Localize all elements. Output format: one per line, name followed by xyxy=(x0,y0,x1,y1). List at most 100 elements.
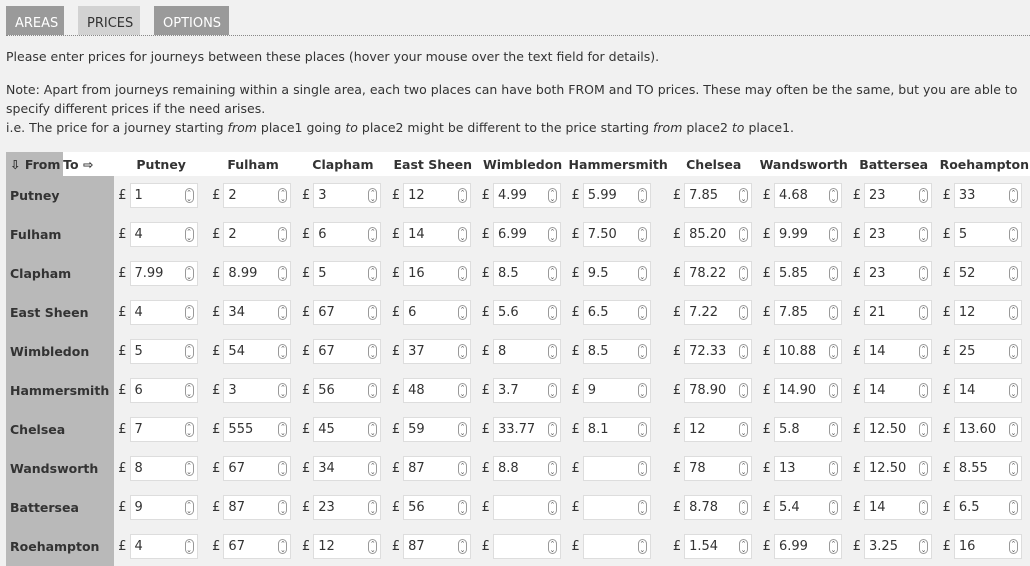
spinner-down-icon[interactable]: ⌄ xyxy=(549,507,556,514)
spinner-down-icon[interactable]: ⌄ xyxy=(279,429,286,436)
spinner-icon[interactable]: ⌃ ⌄ xyxy=(278,461,288,476)
spinner-down-icon[interactable]: ⌄ xyxy=(830,507,837,514)
spinner-icon[interactable]: ⌃ ⌄ xyxy=(458,383,468,398)
price-input[interactable]: 87 ⌃ ⌄ xyxy=(403,534,472,559)
spinner-down-icon[interactable]: ⌄ xyxy=(459,429,466,436)
spinner-icon[interactable]: ⌃ ⌄ xyxy=(368,383,378,398)
spinner-down-icon[interactable]: ⌄ xyxy=(639,429,646,436)
spinner-down-icon[interactable]: ⌄ xyxy=(1010,312,1017,319)
spinner-icon[interactable]: ⌃ ⌄ xyxy=(1008,500,1018,515)
spinner-down-icon[interactable]: ⌄ xyxy=(369,312,376,319)
price-input[interactable]: 2 ⌃ ⌄ xyxy=(223,222,292,247)
spinner-down-icon[interactable]: ⌄ xyxy=(830,468,837,475)
price-input[interactable]: 7.50 ⌃ ⌄ xyxy=(582,222,651,247)
spinner-icon[interactable]: ⌃ ⌄ xyxy=(919,227,929,242)
spinner-icon[interactable]: ⌃ ⌄ xyxy=(368,461,378,476)
spinner-icon[interactable]: ⌃ ⌄ xyxy=(547,383,557,398)
price-input[interactable]: ⌃ ⌄ xyxy=(492,534,561,559)
price-input[interactable]: 6.99 ⌃ ⌄ xyxy=(773,534,842,559)
spinner-icon[interactable]: ⌃ ⌄ xyxy=(739,539,749,554)
spinner-down-icon[interactable]: ⌄ xyxy=(459,390,466,397)
spinner-icon[interactable]: ⌃ ⌄ xyxy=(278,422,288,437)
spinner-icon[interactable]: ⌃ ⌄ xyxy=(637,461,647,476)
spinner-down-icon[interactable]: ⌄ xyxy=(830,273,837,280)
spinner-down-icon[interactable]: ⌄ xyxy=(1010,468,1017,475)
spinner-down-icon[interactable]: ⌄ xyxy=(279,312,286,319)
spinner-icon[interactable]: ⌃ ⌄ xyxy=(184,305,194,320)
price-input[interactable]: 67 ⌃ ⌄ xyxy=(313,339,382,364)
price-input[interactable]: 5.8 ⌃ ⌄ xyxy=(773,417,842,442)
price-input[interactable]: 8.5 ⌃ ⌄ xyxy=(492,261,561,286)
price-input[interactable]: 4 ⌃ ⌄ xyxy=(129,222,198,247)
spinner-down-icon[interactable]: ⌄ xyxy=(639,507,646,514)
spinner-icon[interactable]: ⌃ ⌄ xyxy=(739,305,749,320)
spinner-icon[interactable]: ⌃ ⌄ xyxy=(458,344,468,359)
price-input[interactable]: 12.50 ⌃ ⌄ xyxy=(864,456,933,481)
spinner-down-icon[interactable]: ⌄ xyxy=(1010,390,1017,397)
price-input[interactable]: 9.5 ⌃ ⌄ xyxy=(582,261,651,286)
spinner-down-icon[interactable]: ⌄ xyxy=(639,546,646,553)
spinner-icon[interactable]: ⌃ ⌄ xyxy=(458,461,468,476)
spinner-icon[interactable]: ⌃ ⌄ xyxy=(739,500,749,515)
spinner-down-icon[interactable]: ⌄ xyxy=(279,390,286,397)
spinner-icon[interactable]: ⌃ ⌄ xyxy=(739,227,749,242)
price-input[interactable]: 34 ⌃ ⌄ xyxy=(223,300,292,325)
price-input[interactable]: 4 ⌃ ⌄ xyxy=(129,300,198,325)
spinner-down-icon[interactable]: ⌄ xyxy=(920,546,927,553)
spinner-down-icon[interactable]: ⌄ xyxy=(279,507,286,514)
price-input[interactable]: 67 ⌃ ⌄ xyxy=(223,534,292,559)
spinner-icon[interactable]: ⌃ ⌄ xyxy=(368,227,378,242)
spinner-icon[interactable]: ⌃ ⌄ xyxy=(828,461,838,476)
spinner-icon[interactable]: ⌃ ⌄ xyxy=(458,539,468,554)
spinner-icon[interactable]: ⌃ ⌄ xyxy=(637,227,647,242)
spinner-down-icon[interactable]: ⌄ xyxy=(1010,546,1017,553)
spinner-icon[interactable]: ⌃ ⌄ xyxy=(637,422,647,437)
spinner-down-icon[interactable]: ⌄ xyxy=(740,273,747,280)
spinner-icon[interactable]: ⌃ ⌄ xyxy=(278,266,288,281)
price-input[interactable]: 56 ⌃ ⌄ xyxy=(313,378,382,403)
spinner-icon[interactable]: ⌃ ⌄ xyxy=(739,422,749,437)
spinner-down-icon[interactable]: ⌄ xyxy=(549,468,556,475)
spinner-icon[interactable]: ⌃ ⌄ xyxy=(919,305,929,320)
price-input[interactable]: 8.99 ⌃ ⌄ xyxy=(223,261,292,286)
spinner-icon[interactable]: ⌃ ⌄ xyxy=(1008,422,1018,437)
price-input[interactable]: 6.99 ⌃ ⌄ xyxy=(492,222,561,247)
price-input[interactable]: 12 ⌃ ⌄ xyxy=(953,300,1022,325)
spinner-icon[interactable]: ⌃ ⌄ xyxy=(1008,227,1018,242)
spinner-icon[interactable]: ⌃ ⌄ xyxy=(828,539,838,554)
spinner-down-icon[interactable]: ⌄ xyxy=(279,468,286,475)
spinner-down-icon[interactable]: ⌄ xyxy=(639,195,646,202)
spinner-down-icon[interactable]: ⌄ xyxy=(279,273,286,280)
price-input[interactable]: 85.20 ⌃ ⌄ xyxy=(684,222,753,247)
spinner-icon[interactable]: ⌃ ⌄ xyxy=(278,188,288,203)
tab-areas[interactable]: AREAS xyxy=(6,6,64,35)
spinner-icon[interactable]: ⌃ ⌄ xyxy=(919,266,929,281)
spinner-down-icon[interactable]: ⌄ xyxy=(1010,195,1017,202)
price-input[interactable]: 4.68 ⌃ ⌄ xyxy=(773,183,842,208)
spinner-icon[interactable]: ⌃ ⌄ xyxy=(547,305,557,320)
spinner-down-icon[interactable]: ⌄ xyxy=(279,546,286,553)
spinner-down-icon[interactable]: ⌄ xyxy=(549,390,556,397)
price-input[interactable]: 9 ⌃ ⌄ xyxy=(582,378,651,403)
spinner-icon[interactable]: ⌃ ⌄ xyxy=(368,188,378,203)
price-input[interactable]: 8.78 ⌃ ⌄ xyxy=(684,495,753,520)
spinner-down-icon[interactable]: ⌄ xyxy=(549,234,556,241)
price-input[interactable]: 14 ⌃ ⌄ xyxy=(403,222,472,247)
spinner-icon[interactable]: ⌃ ⌄ xyxy=(919,344,929,359)
spinner-down-icon[interactable]: ⌄ xyxy=(186,195,193,202)
spinner-down-icon[interactable]: ⌄ xyxy=(639,468,646,475)
spinner-down-icon[interactable]: ⌄ xyxy=(920,234,927,241)
price-input[interactable]: 8.1 ⌃ ⌄ xyxy=(582,417,651,442)
price-input[interactable]: 3.7 ⌃ ⌄ xyxy=(492,378,561,403)
price-input[interactable]: 2 ⌃ ⌄ xyxy=(223,183,292,208)
spinner-down-icon[interactable]: ⌄ xyxy=(459,546,466,553)
spinner-icon[interactable]: ⌃ ⌄ xyxy=(739,383,749,398)
spinner-icon[interactable]: ⌃ ⌄ xyxy=(637,383,647,398)
price-input[interactable]: 45 ⌃ ⌄ xyxy=(313,417,382,442)
spinner-icon[interactable]: ⌃ ⌄ xyxy=(828,422,838,437)
price-input[interactable]: 34 ⌃ ⌄ xyxy=(313,456,382,481)
spinner-icon[interactable]: ⌃ ⌄ xyxy=(637,539,647,554)
spinner-down-icon[interactable]: ⌄ xyxy=(279,351,286,358)
price-input[interactable]: 6.5 ⌃ ⌄ xyxy=(953,495,1022,520)
price-input[interactable]: 14 ⌃ ⌄ xyxy=(864,378,933,403)
